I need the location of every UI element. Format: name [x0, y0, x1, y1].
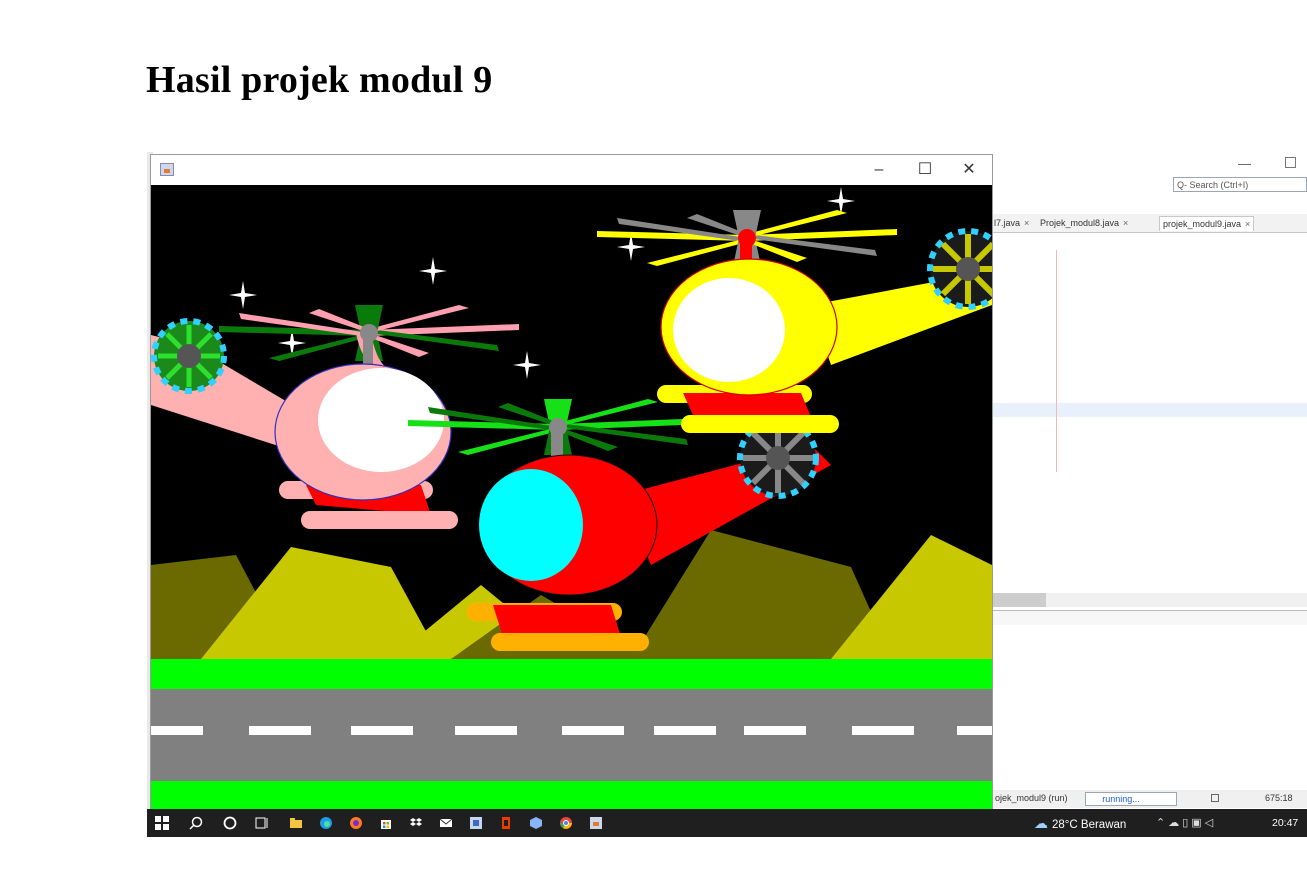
java-app-icon[interactable]: [582, 809, 610, 837]
ide-restore-button[interactable]: [1285, 157, 1296, 168]
ide-status-project: ojek_modul9 (run): [995, 793, 1068, 803]
cortana-icon[interactable]: [216, 809, 244, 837]
box-icon[interactable]: [522, 809, 550, 837]
edge-icon[interactable]: [312, 809, 340, 837]
grass-strip: [151, 659, 992, 689]
weather-text: Berawan: [1080, 819, 1127, 831]
volume-icon[interactable]: ◁: [1205, 817, 1216, 829]
system-tray[interactable]: ⌃☁▯▣◁: [1156, 809, 1216, 837]
chevron-up-icon[interactable]: ⌃: [1156, 817, 1168, 829]
helicopter-scene-canvas: [151, 185, 992, 810]
ide-tab-active[interactable]: projek_modul9.java ×: [1159, 216, 1255, 231]
ide-scrollbar-thumb[interactable]: [993, 593, 1046, 607]
ide-tab-label: Projek_modul8.java: [1040, 218, 1120, 228]
windows-start-icon[interactable]: [148, 809, 176, 837]
netbeans-icon[interactable]: [462, 809, 490, 837]
maximize-button[interactable]: ☐: [915, 160, 935, 180]
task-view-icon[interactable]: [248, 809, 276, 837]
ide-run-progress[interactable]: running...: [1085, 792, 1177, 806]
ide-tab[interactable]: Projek_modul8.java ×: [1040, 216, 1128, 230]
skid: [681, 415, 839, 433]
weather-temp: 28°C: [1052, 819, 1078, 831]
java-app-icon: [160, 163, 174, 176]
helicopter-window: [479, 469, 583, 581]
skid: [491, 633, 649, 651]
ide-tab-label: l7.java: [994, 218, 1021, 228]
ide-output-divider[interactable]: [993, 610, 1307, 625]
firefox-icon[interactable]: [342, 809, 370, 837]
ide-tab-label: projek_modul9.java: [1163, 219, 1242, 229]
ide-search-input[interactable]: Q- Search (Ctrl+I): [1173, 177, 1307, 192]
onedrive-icon[interactable]: ☁: [1168, 817, 1182, 829]
close-icon[interactable]: ×: [1245, 219, 1250, 229]
java-app-window: – ☐ ✕: [151, 155, 992, 810]
mail-icon[interactable]: [432, 809, 460, 837]
store-icon[interactable]: [372, 809, 400, 837]
ide-run-label: running...: [1102, 794, 1140, 804]
ide-tab[interactable]: l7.java ×: [994, 216, 1029, 230]
window-title-bar[interactable]: – ☐ ✕: [151, 155, 992, 185]
ide-status-bar: ojek_modul9 (run) running... 675:18: [993, 790, 1307, 808]
page-title: Hasil projek modul 9: [146, 59, 493, 101]
skid: [301, 511, 458, 529]
network-icon[interactable]: ▣: [1191, 817, 1204, 829]
clock[interactable]: 20:47: [1272, 809, 1298, 837]
weather-cloud-icon: ☁: [1034, 815, 1048, 831]
ide-margin-line: [1056, 250, 1057, 472]
ide-cursor-position: 675:18: [1265, 793, 1293, 803]
close-icon[interactable]: ×: [1123, 218, 1128, 228]
chrome-icon[interactable]: [552, 809, 580, 837]
weather-widget[interactable]: ☁ 28°C Berawan: [1034, 809, 1126, 837]
battery-icon[interactable]: ▯: [1182, 817, 1191, 829]
grass-strip: [151, 781, 992, 810]
minimize-button[interactable]: –: [869, 160, 889, 180]
dropbox-icon[interactable]: [402, 809, 430, 837]
office-icon[interactable]: [492, 809, 520, 837]
lane-markings: [151, 726, 992, 735]
file-explorer-icon[interactable]: [282, 809, 310, 837]
helicopter-window: [673, 278, 785, 382]
ide-minimize-button[interactable]: —: [1238, 156, 1251, 171]
ide-current-line: [993, 403, 1307, 417]
helicopter-window: [318, 368, 444, 472]
close-button[interactable]: ✕: [959, 160, 979, 180]
stop-icon[interactable]: [1211, 794, 1219, 802]
close-icon[interactable]: ×: [1024, 218, 1029, 228]
search-icon[interactable]: [182, 809, 210, 837]
